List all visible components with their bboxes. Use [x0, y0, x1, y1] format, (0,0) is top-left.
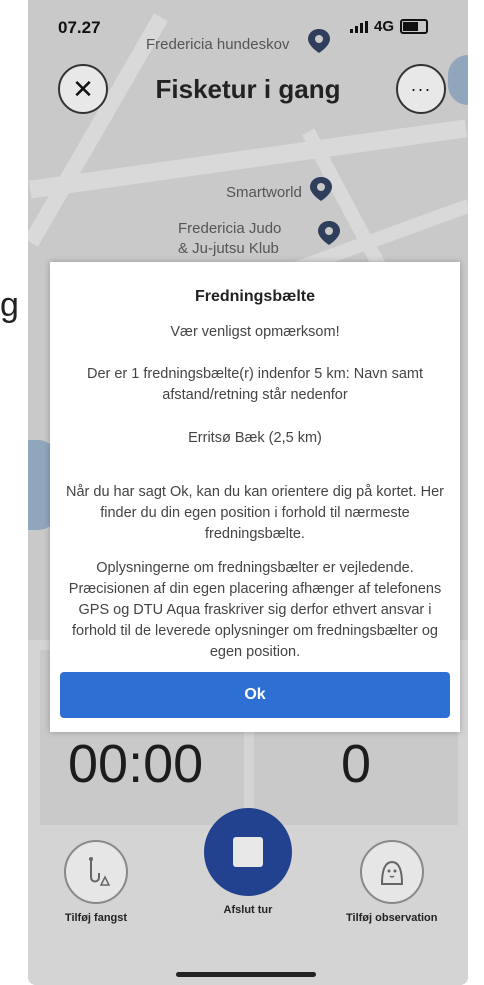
edge-glyph: g: [0, 286, 19, 324]
map-pin-icon: [318, 221, 340, 245]
dialog-title: Fredningsbælte: [194, 288, 315, 305]
dialog-line-2: Der er 1 fredningsbælte(r) indenfor 5 km…: [86, 366, 424, 403]
signal-icon: [349, 20, 368, 33]
status-time: 07.27: [58, 18, 101, 37]
status-bar-right: 4G: [349, 18, 428, 35]
battery-icon: [400, 19, 428, 34]
dialog-line-5: Oplysningerne om fredningsbælter er vejl…: [68, 560, 442, 660]
map-label-hundeskov: Fredericia hundeskov: [146, 36, 290, 53]
add-observation-label: Tilføj observation: [346, 912, 438, 924]
fredningsbaelte-dialog: Fredningsbælte Vær venligst opmærksom! D…: [50, 262, 460, 732]
add-catch-label: Tilføj fangst: [64, 912, 128, 924]
add-observation-button[interactable]: Tilføj observation: [346, 840, 437, 924]
map-pin-icon: [308, 29, 330, 53]
network-label: 4G: [373, 18, 394, 35]
dialog-line-1: Vær venligst opmærksom!: [170, 324, 340, 340]
map-pin-icon: [310, 177, 332, 201]
catch-count-value: 0: [340, 734, 372, 794]
map-label-judo: Fredericia Judo: [178, 220, 282, 237]
end-trip-label: Afslut tur: [223, 904, 273, 916]
timer-value: 00:00: [68, 734, 204, 794]
stop-icon: [204, 808, 292, 896]
ok-button[interactable]: Ok: [60, 672, 450, 718]
dialog-line-3: Erritsø Bæk (2,5 km): [188, 430, 322, 446]
more-options-button[interactable]: ···: [396, 64, 446, 114]
more-icon: ···: [410, 78, 432, 99]
end-trip-button[interactable]: Afslut tur: [204, 808, 292, 916]
dialog-line-4: Når du har sagt Ok, kan du kan orientere…: [65, 484, 444, 542]
map-label-judo-2: & Ju-jutsu Klub: [178, 240, 279, 257]
map-label-smartworld: Smartworld: [226, 184, 302, 201]
seal-observation-icon: [359, 840, 424, 904]
fish-catch-icon: [64, 840, 128, 904]
home-indicator: [176, 972, 316, 977]
add-catch-button[interactable]: Tilføj fangst: [64, 840, 128, 924]
